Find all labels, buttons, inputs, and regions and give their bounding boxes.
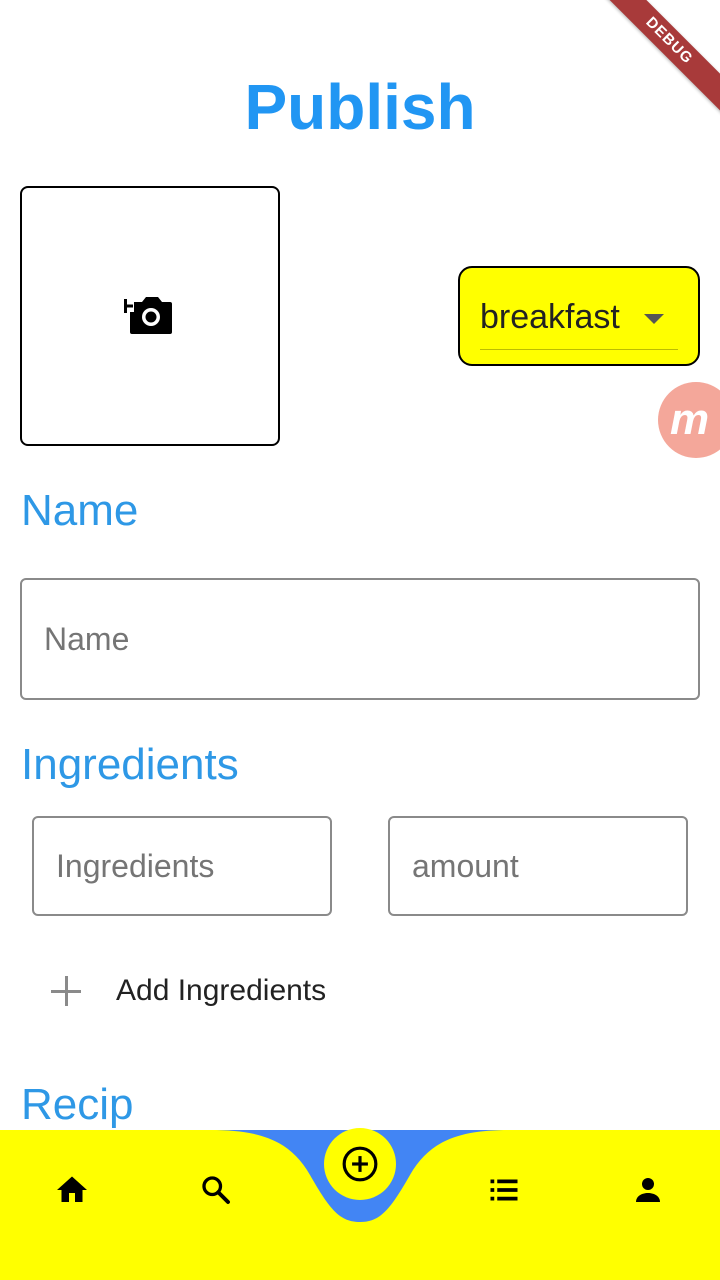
search-icon bbox=[202, 1176, 230, 1204]
page-title: Publish bbox=[244, 71, 476, 143]
ingredients-section-label: Ingredients bbox=[21, 740, 239, 789]
nav-search-button[interactable] bbox=[188, 1162, 244, 1218]
photo-picker-button[interactable] bbox=[20, 186, 280, 446]
add-a-photo-icon bbox=[124, 297, 172, 334]
add-circle-icon bbox=[342, 1146, 378, 1182]
add-ingredients-button[interactable]: Add Ingredients bbox=[48, 964, 326, 1018]
bottom-navigation-bar bbox=[0, 1128, 720, 1280]
list-icon bbox=[490, 1179, 518, 1201]
name-input[interactable] bbox=[20, 578, 700, 700]
person-icon bbox=[636, 1178, 660, 1202]
recipe-section-label: Recip bbox=[21, 1080, 134, 1129]
category-dropdown-container: breakfast bbox=[458, 266, 700, 366]
category-dropdown[interactable]: breakfast bbox=[480, 294, 678, 350]
arrow-drop-down-icon bbox=[644, 314, 664, 324]
floating-app-badge[interactable]: m bbox=[658, 382, 720, 458]
nav-home-button[interactable] bbox=[44, 1162, 100, 1218]
amount-input[interactable] bbox=[388, 816, 688, 916]
ingredient-input[interactable] bbox=[32, 816, 332, 916]
category-selected-value: breakfast bbox=[480, 298, 620, 336]
name-section-label: Name bbox=[21, 486, 139, 535]
nav-profile-button[interactable] bbox=[620, 1162, 676, 1218]
nav-add-button[interactable] bbox=[324, 1128, 396, 1200]
home-icon bbox=[57, 1176, 87, 1202]
add-ingredients-label: Add Ingredients bbox=[116, 974, 327, 1007]
publish-screen: DEBUG Publish breakfast m Name Ingredien… bbox=[0, 0, 720, 1280]
add-icon bbox=[48, 973, 84, 1009]
nav-list-button[interactable] bbox=[476, 1162, 532, 1218]
